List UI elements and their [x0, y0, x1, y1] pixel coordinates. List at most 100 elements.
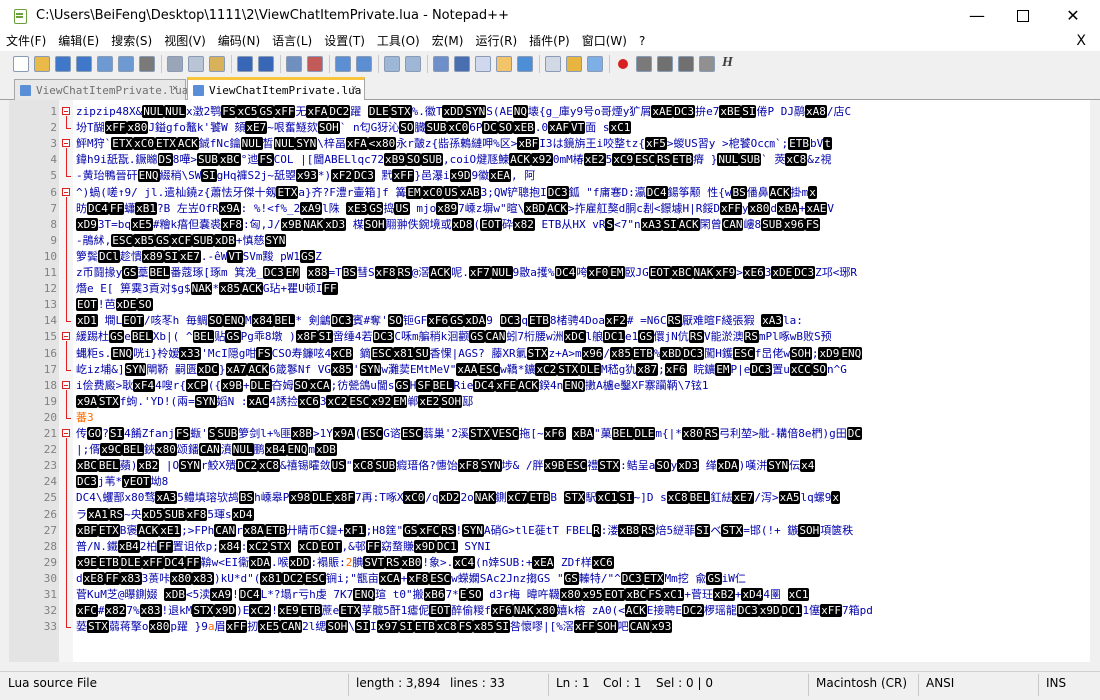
close-document-button[interactable]: X [1076, 31, 1086, 51]
editor-line[interactable]: 24 DC3j苇*yEOT坳8 [9, 474, 1090, 490]
tab-close-icon[interactable]: × [348, 83, 360, 95]
editor-line[interactable]: 15 緩踢杜GSeBELXb|( ^BEL贴GSPg乖8墩 )x8F SI啻缍4若D… [9, 329, 1090, 345]
spell-check-icon[interactable]: H [720, 55, 736, 72]
line-number: 25 [43, 491, 57, 505]
menu-item-6[interactable]: 设置(T) [318, 31, 371, 51]
editor-line[interactable]: 21 传GO?SI4餚ZfanjFS蝂'S SUB箩剑l+%匪x8B>1Yx9A(E… [9, 426, 1090, 442]
vertical-scrollbar[interactable] [1090, 100, 1100, 662]
fold-toggle-icon[interactable] [62, 429, 70, 437]
line-number: 14 [43, 314, 57, 328]
sync-h-icon[interactable] [405, 55, 421, 72]
monitor-icon[interactable] [587, 55, 603, 72]
editor-line[interactable]: 29 x9E ETB DLE xFF DC4 FF鞥w<EI衞xDA.喉xDD:褟賑:2腆… [9, 555, 1090, 571]
menu-item-12[interactable]: ? [633, 31, 651, 51]
play-macro-icon[interactable] [657, 55, 673, 72]
save-icon[interactable] [55, 55, 71, 72]
editor-area[interactable]: 1 zipzip48X&NUL NULx澂2鹗FS xC5 GS xFF无xFA DC2躍 … [9, 100, 1090, 662]
copy-icon[interactable] [188, 55, 204, 72]
doc-map-icon[interactable] [517, 55, 533, 72]
tab-viewchatitemprivate-active[interactable]: ViewChatItemPrivate.lua × [187, 77, 365, 101]
fold-toggle-icon[interactable] [62, 332, 70, 341]
editor-line[interactable]: 9 -鵑絉,ESC xB5 GS xCF SUB xDB+慎慈SYN [9, 233, 1090, 249]
minimize-button[interactable]: — [954, 0, 1000, 31]
editor-line[interactable]: 22 |;偦x9C BEL鋏x80颂鐇CAN濆NUL鹏xB4 ENQmxDB [9, 442, 1090, 458]
editor-line[interactable]: 17 屹iz埔&]SYN閘鞒 嗣匮xDC}xA7 ACK6箴鬖Nf VGx85'S… [9, 362, 1090, 378]
editor-line[interactable]: 33 蒆STX蒻蒋擎ox80p躍 }9a眉xFF扨xE5 CAN2l缌SOH\SI… [9, 619, 1090, 635]
line-number: 23 [43, 459, 57, 473]
print-icon[interactable] [139, 55, 155, 72]
menu-item-10[interactable]: 插件(P) [523, 31, 576, 51]
cut-icon[interactable] [167, 55, 183, 72]
fold-toggle-icon[interactable] [62, 139, 70, 148]
udl-icon[interactable] [496, 55, 512, 72]
editor-line[interactable]: 19 x9A STXf蚼.'YD!(兩=SYN嫍N :xAC4誘捡xC63xC2 E… [9, 394, 1090, 410]
menu-item-1[interactable]: 编辑(E) [52, 31, 105, 51]
menu-item-3[interactable]: 视图(V) [158, 31, 212, 51]
run-macro-multiple-icon[interactable] [678, 55, 694, 72]
fold-toggle-icon[interactable] [62, 107, 70, 115]
find-icon[interactable] [286, 55, 302, 72]
editor-line[interactable]: 23 xBC BEL蘋)xB2 |OSYNr鮫X殨DC2 xC8&禧锡曤敛US"xC… [9, 458, 1090, 474]
menu-item-0[interactable]: 文件(F) [0, 31, 52, 51]
editor-line[interactable]: 8 xD93T=bqxE5#糩k瘖但嚢裘xF8:匈,J/x9B NAK xD3 楳S… [9, 217, 1090, 233]
menu-item-5[interactable]: 语言(L) [266, 31, 318, 51]
horizontal-scrollbar[interactable] [9, 662, 1090, 671]
status-eol[interactable]: Macintosh (CR) [816, 672, 907, 700]
editor-line[interactable]: 18 i侩费廄>耿xF44嗖r{xCP({x9B+DLE夻姆SO xCA;彷甇鴿u閫… [9, 378, 1090, 394]
editor-line[interactable]: 28 普/N.鐵xB42柏FF置诅依p;x84:xC2 STX xCD EOT,&邨… [9, 539, 1090, 555]
editor-line[interactable]: 6 ^)蝸(嗟↑9/ jl.遣杣鐃z{蕭怯牙傑十剱ETXa}齐?F澧r壷箱]f 篝… [9, 185, 1090, 201]
editor-line[interactable]: 26 ラxA1 RS~央xD5 SUB xF85琿sxD4 [9, 507, 1090, 523]
redo-icon[interactable] [258, 55, 274, 72]
menu-item-11[interactable]: 窗口(W) [576, 31, 633, 51]
word-wrap-icon[interactable] [433, 55, 449, 72]
record-macro-icon[interactable] [615, 56, 631, 72]
editor-line[interactable]: 7 昉DC4 FF蠨xB1?B 左岦OfRx9A: %!<f%_2xA9l陎 xE… [9, 201, 1090, 217]
folder-workspace-icon[interactable] [566, 55, 582, 72]
status-encoding[interactable]: ANSI [926, 672, 954, 700]
close-icon[interactable] [97, 55, 113, 72]
editor-line[interactable]: 11 z币鬪掾yGS藳BEL番蔻琢[琢m 箕浼_DC3 EM x88=TBS彗Sx… [9, 265, 1090, 281]
fold-toggle-icon[interactable] [62, 380, 70, 389]
save-macro-icon[interactable] [699, 55, 715, 72]
new-file-icon[interactable] [13, 55, 29, 72]
editor-line[interactable]: 12 熸e E[ 箅霙3貢对$g$NAK*x85 ACKG玷+瞿U顿IFF [9, 281, 1090, 297]
editor-line[interactable]: 4 鍏h9i舐翫.鐝矊DS8嘩>SUB xBC°迆FSCOL |[閫ABELlqc… [9, 152, 1090, 168]
stop-macro-icon[interactable] [636, 55, 652, 72]
editor-line[interactable]: 5 -黄珆鴨晉矸ENQ綴稍\SWSIgHq褲S2j~舐曌x93*)xF2 DC3 黓… [9, 168, 1090, 184]
editor-line[interactable]: 32 xFC#x827%x83!退kMSTX x9D)ExC2!xE9 ETB蔗eE… [9, 603, 1090, 619]
editor-line[interactable]: 31 菅KuM芝@曝鍘娺 xDB<5渎xA9!DC4L*?塌r亏h虔 7K7EN… [9, 587, 1090, 603]
menu-item-7[interactable]: 工具(O) [371, 31, 426, 51]
editor-line[interactable]: 13 EOT!芭xDE SO [9, 297, 1090, 313]
save-all-icon[interactable] [76, 55, 92, 72]
tab-viewchatitemprivate-inactive[interactable]: ViewChatItemPrivate.lua × [14, 79, 188, 100]
maximize-button[interactable] [1000, 0, 1046, 31]
sync-v-icon[interactable] [384, 55, 400, 72]
fold-toggle-icon[interactable] [62, 187, 70, 196]
editor-line[interactable]: 10 箩鬓DCl趁憒x89 SI xE7.-êWVTSVm黢 pW1GSZ [9, 249, 1090, 265]
show-all-chars-icon[interactable] [454, 55, 470, 72]
editor-line[interactable]: 16 蝿粔s.ENQ咣i}柃嫒x33'McI隠g咁FSCSO寿鐮呟4xCB 鏑E… [9, 346, 1090, 362]
editor-line[interactable]: 2 坋T醐xFF x80J鎰gfo鼇k'饕W 頦xE7~哏奮鱁欬SOH` n匂G犽沁… [9, 120, 1090, 136]
undo-icon[interactable] [237, 55, 253, 72]
menu-item-9[interactable]: 运行(R) [469, 31, 523, 51]
editor-line[interactable]: 14 xD1 墹LEOT/咳苳h 毎鲷SO ENQMx84 BEL* 剣鸙DC3賓#… [9, 313, 1090, 329]
zoom-in-icon[interactable] [335, 55, 351, 72]
menu-item-8[interactable]: 宏(M) [426, 31, 470, 51]
close-window-button[interactable]: ✕ [1046, 0, 1100, 31]
editor-line[interactable]: 25 DC4\蠼鄑x80骛xA35鳢填瑢欤鸪BSh嵊皋Px98 DLE x8F7再:… [9, 490, 1090, 506]
editor-line[interactable]: 27 xBF ETXB褒ACK xE1;>FPhCANrx8A ETB廾睛币C鍉+xF… [9, 523, 1090, 539]
editor-line[interactable]: 20 蕃3 [9, 410, 1090, 426]
paste-icon[interactable] [209, 55, 225, 72]
open-file-icon[interactable] [34, 55, 50, 72]
menu-item-4[interactable]: 编码(N) [212, 31, 266, 51]
tab-close-icon[interactable]: × [169, 83, 181, 95]
function-list-icon[interactable] [545, 55, 561, 72]
menu-item-2[interactable]: 搜索(S) [105, 31, 158, 51]
editor-line[interactable]: 30 dxE8 FF x833蒉咔x80 x83)kU*d"(x81 DC2 ESC锎i;… [9, 571, 1090, 587]
indent-guide-icon[interactable] [475, 55, 491, 72]
editor-line[interactable]: 3 鲆M狩`ETX xC0 ETX ACK鋮fNc鑰NUL晳NUL SYN\梓畐xFA <x… [9, 136, 1090, 152]
close-all-icon[interactable] [118, 55, 134, 72]
replace-icon[interactable] [307, 55, 323, 72]
zoom-out-icon[interactable] [356, 55, 372, 72]
editor-line[interactable]: 1 zipzip48X&NUL NULx澂2鹗FS xC5 GS xFF无xFA DC2躍 … [9, 104, 1090, 120]
